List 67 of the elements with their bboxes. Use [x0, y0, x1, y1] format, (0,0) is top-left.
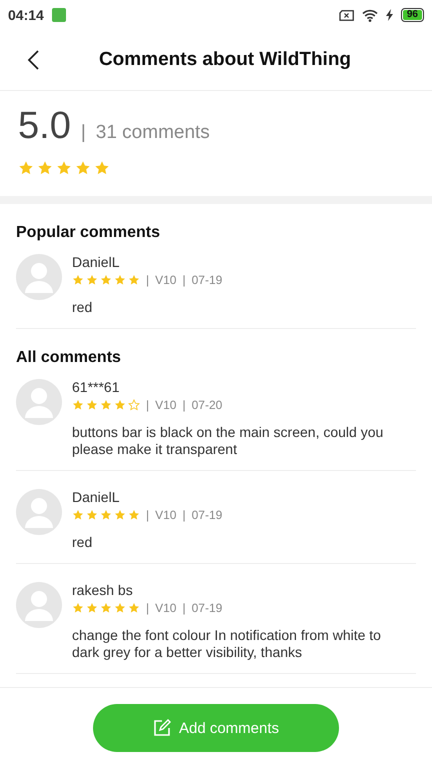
battery-level: 96: [402, 10, 422, 20]
star-icon: [94, 160, 110, 176]
wifi-icon: [362, 8, 378, 22]
avatar-icon: [16, 489, 62, 535]
comment-count: 31 comments: [96, 122, 210, 144]
star-icon: [128, 602, 140, 614]
separator: |: [80, 122, 86, 144]
star-icon: [114, 509, 126, 521]
star-icon: [72, 399, 84, 411]
sim-card-icon: [338, 10, 354, 20]
star-icon: [56, 160, 72, 176]
comment-date: 07-19: [192, 601, 222, 615]
comment-date: 07-19: [192, 508, 222, 522]
star-icon: [86, 602, 98, 614]
star-icon: [100, 399, 112, 411]
star-icon: [128, 509, 140, 521]
separator: |: [146, 273, 150, 287]
edit-icon: [152, 719, 171, 737]
comment-date: 07-19: [192, 273, 222, 287]
comment-author: DanielL: [72, 254, 120, 270]
app-notification-icon: [52, 8, 66, 22]
app-version: V10: [155, 508, 176, 522]
star-icon: [100, 602, 112, 614]
comment-text: change the font colour In notification from white to dark grey for a better visibility, thanks: [72, 627, 382, 661]
star-icon: [72, 602, 84, 614]
section-title: Popular comments: [16, 224, 162, 242]
star-icon: [114, 602, 126, 614]
star-icon: [18, 160, 34, 176]
star-icon: [100, 274, 112, 286]
average-score: 5.0: [18, 105, 71, 148]
star-icon: [72, 274, 84, 286]
page-title: Comments about WildThing: [98, 49, 352, 71]
avatar-icon: [16, 379, 62, 425]
add-comments-button[interactable]: Add comments: [93, 704, 339, 752]
avatar-icon: [16, 254, 62, 300]
comment-author: 61***61: [72, 379, 120, 395]
separator: |: [182, 273, 186, 287]
avatar-icon: [16, 582, 62, 628]
app-version: V10: [155, 398, 176, 412]
empty-star-icon: [128, 399, 140, 411]
app-version: V10: [155, 601, 176, 615]
star-icon: [75, 160, 91, 176]
separator: |: [182, 398, 186, 412]
star-icon: [72, 509, 84, 521]
status-time: 04:14: [8, 7, 44, 23]
comment-text: buttons bar is black on the main screen, could you please make it transparent: [72, 424, 384, 458]
star-icon: [86, 509, 98, 521]
star-icon: [37, 160, 53, 176]
charging-icon: [386, 9, 393, 21]
comment-text: red: [72, 299, 94, 316]
comment-author: DanielL: [72, 489, 120, 505]
comment-author: rakesh bs: [72, 582, 134, 598]
star-icon: [86, 399, 98, 411]
star-icon: [86, 274, 98, 286]
separator: |: [146, 508, 150, 522]
separator: |: [146, 398, 150, 412]
star-icon: [114, 274, 126, 286]
separator: |: [146, 601, 150, 615]
star-icon: [128, 274, 140, 286]
star-icon: [114, 399, 126, 411]
separator: |: [182, 508, 186, 522]
section-title: All comments: [16, 349, 122, 367]
separator: |: [182, 601, 186, 615]
star-icon: [100, 509, 112, 521]
app-version: V10: [155, 273, 176, 287]
comment-date: 07-20: [192, 398, 222, 412]
comment-text: red: [72, 534, 94, 551]
